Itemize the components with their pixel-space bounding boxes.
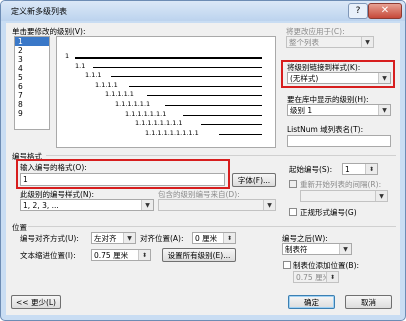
restart-label: 重新开始列表的间隔(R):: [300, 180, 382, 189]
highlight-format-input: [16, 159, 230, 189]
ok-button[interactable]: 确定: [288, 295, 335, 309]
tab-stop-spinner[interactable]: 0.75 厘米 ⬍: [293, 271, 339, 283]
level-list[interactable]: 123456789: [14, 36, 50, 130]
align-select[interactable]: 左对齐 ▼: [91, 232, 136, 244]
preview-line: [111, 76, 262, 78]
position-divider: [28, 226, 396, 227]
indent-spinner[interactable]: 0.75 厘米 ⬍: [91, 249, 151, 261]
level-item[interactable]: 8: [15, 100, 49, 109]
preview-line: [129, 85, 262, 87]
dialog-body: 单击要修改的级别(V): 123456789 1 1.1 1.1.1 1.1.1.1 1…: [6, 23, 400, 315]
align-at-spinner[interactable]: 0 厘米 ⬍: [192, 232, 236, 244]
set-all-levels-button[interactable]: 设置所有级别(E)...: [162, 248, 236, 262]
tab-stop-checkbox[interactable]: [283, 261, 291, 269]
level-item[interactable]: 1: [15, 37, 49, 46]
level-item[interactable]: 6: [15, 82, 49, 91]
apply-to-select[interactable]: 整个列表 ▼: [286, 36, 374, 48]
position-heading: 位置: [12, 223, 27, 232]
title-bar: 定义新多级列表 ? ✕: [1, 1, 405, 21]
start-at-value: 1: [345, 165, 350, 174]
help-icon[interactable]: ?: [348, 3, 368, 19]
chevron-down-icon: ▼: [123, 233, 135, 243]
start-at-spinner[interactable]: 1 ⬍: [342, 163, 378, 175]
spinner-icon[interactable]: ⬍: [223, 233, 235, 243]
spinner-icon[interactable]: ⬍: [326, 272, 338, 282]
number-style-value: 1, 2, 3, ...: [23, 201, 59, 210]
apply-to-value: 整个列表: [289, 38, 319, 47]
preview-number: 1.1.1.1.1.1: [115, 100, 151, 108]
preview-number: 1.1.1.1.1: [105, 90, 134, 99]
less-button[interactable]: << 更少(L): [11, 295, 61, 309]
close-icon[interactable]: ✕: [368, 3, 402, 19]
include-level-select[interactable]: ▼: [158, 199, 276, 211]
preview-line: [75, 57, 262, 59]
dialog-title: 定义新多级列表: [11, 7, 67, 16]
level-item[interactable]: 2: [15, 46, 49, 55]
level-item[interactable]: 3: [15, 55, 49, 64]
preview-line: [93, 66, 262, 68]
restart-select[interactable]: ▼: [300, 190, 388, 202]
tab-stop-value: 0.75 厘米: [296, 273, 331, 282]
preview-pane: 1 1.1 1.1.1 1.1.1.1 1.1.1.1.1 1.1.1.1.1.1 1.1.…: [56, 36, 276, 148]
listnum-label: ListNum 域列表名(T):: [287, 125, 364, 134]
spinner-icon[interactable]: ⬍: [365, 164, 377, 174]
chevron-down-icon: ▼: [375, 191, 387, 201]
preview-number: 1: [65, 52, 70, 60]
preview-line: [183, 114, 262, 116]
align-at-value: 0 厘米: [195, 234, 218, 243]
follow-number-select[interactable]: 制表符 ▼: [282, 243, 352, 255]
level-item[interactable]: 9: [15, 109, 49, 118]
gallery-level-value: 级别 1: [290, 106, 313, 115]
restart-checkbox[interactable]: [289, 180, 297, 188]
legal-numbering-label: 正规形式编号(G): [300, 208, 357, 217]
follow-number-value: 制表符: [285, 245, 308, 254]
preview-number: 1.1.1: [85, 71, 102, 80]
preview-number: 1.1.1.1.1.1.1.1: [135, 119, 183, 128]
indent-label: 文本缩进位置(I):: [20, 251, 76, 260]
indent-value: 0.75 厘米: [94, 251, 129, 260]
tab-stop-label: 制表位添加位置(B):: [293, 261, 360, 270]
gallery-level-select[interactable]: 级别 1 ▼: [287, 104, 391, 116]
chevron-down-icon: ▼: [263, 200, 275, 210]
align-value: 左对齐: [94, 234, 117, 243]
level-item[interactable]: 5: [15, 73, 49, 82]
preview-line: [219, 133, 262, 135]
chevron-down-icon: ▼: [361, 37, 373, 47]
preview-number: 1.1: [75, 61, 86, 70]
align-label: 编号对齐方式(U):: [20, 234, 79, 243]
preview-line: [147, 95, 262, 97]
level-item[interactable]: 7: [15, 91, 49, 100]
font-button[interactable]: 字体(F)...: [232, 173, 276, 187]
highlight-link-style: [281, 60, 395, 88]
level-item[interactable]: 4: [15, 64, 49, 73]
preview-line: [201, 124, 262, 126]
preview-line: [165, 105, 262, 106]
preview-number: 1.1.1.1.1.1.1.1.1: [145, 128, 199, 137]
align-at-label: 对齐位置(A):: [140, 234, 184, 243]
chevron-down-icon: ▼: [339, 244, 351, 254]
preview-number: 1.1.1.1.1.1.1: [125, 109, 167, 118]
chevron-down-icon: ▼: [378, 105, 390, 115]
legal-numbering-checkbox[interactable]: [289, 208, 297, 216]
preview-number: 1.1.1.1: [95, 80, 118, 89]
chevron-down-icon: ▼: [141, 200, 153, 210]
spinner-icon[interactable]: ⬍: [138, 250, 150, 260]
dialog-window: 定义新多级列表 ? ✕ 单击要修改的级别(V): 123456789 1 1.1 1…: [0, 0, 406, 321]
listnum-input[interactable]: [287, 135, 391, 147]
number-format-divider: [46, 155, 396, 156]
number-style-select[interactable]: 1, 2, 3, ... ▼: [20, 199, 154, 211]
start-at-label: 起始编号(S):: [289, 165, 333, 174]
cancel-button[interactable]: 取消: [345, 295, 392, 309]
